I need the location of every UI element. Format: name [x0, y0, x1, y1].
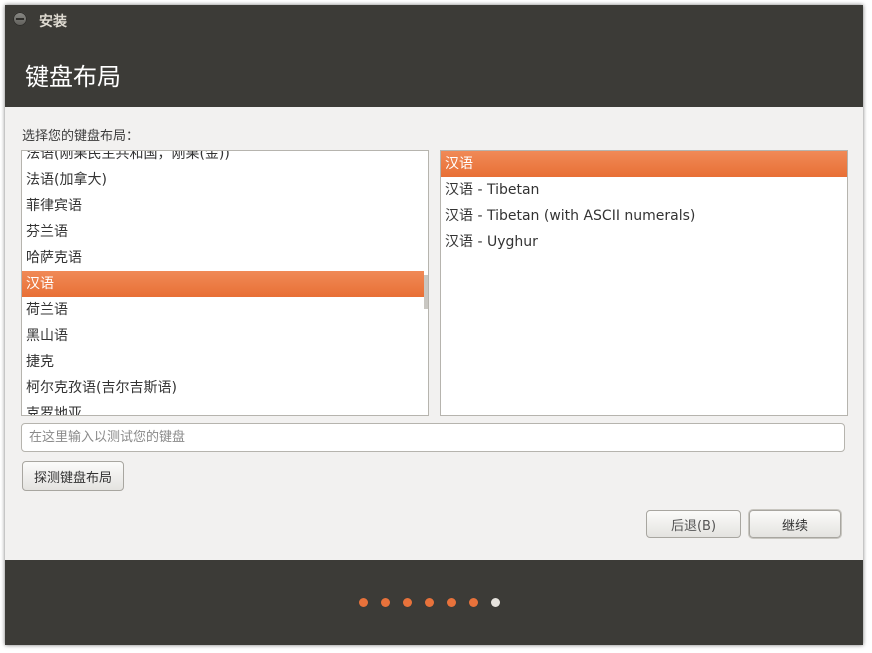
- progress-dot-icon: [425, 598, 434, 607]
- layout-item[interactable]: 哈萨克语: [22, 245, 424, 271]
- layout-item[interactable]: 法语(加拿大): [22, 167, 424, 193]
- layout-list-scrollbar[interactable]: [424, 151, 428, 415]
- variant-item[interactable]: 汉语 - Tibetan: [441, 177, 847, 203]
- progress-dot-icon: [381, 598, 390, 607]
- page-title: 键盘布局: [25, 63, 121, 91]
- progress-dot-icon: [447, 598, 456, 607]
- progress-dot-icon: [469, 598, 478, 607]
- detect-layout-button[interactable]: 探测键盘布局: [22, 461, 124, 491]
- layout-item[interactable]: 捷克: [22, 349, 424, 375]
- installer-window: 安装 键盘布局 选择您的键盘布局： 法语(刚果民主共和国，刚果(金)) 法语(加…: [5, 5, 863, 645]
- layout-item[interactable]: 克罗地亚: [22, 401, 424, 415]
- back-button[interactable]: 后退(B): [646, 510, 741, 538]
- layout-item-selected[interactable]: 汉语: [22, 271, 424, 297]
- layout-item[interactable]: 菲律宾语: [22, 193, 424, 219]
- layout-item[interactable]: 荷兰语: [22, 297, 424, 323]
- variant-item-selected[interactable]: 汉语: [441, 151, 847, 177]
- layout-item[interactable]: 法语(刚果民主共和国，刚果(金)): [22, 151, 424, 167]
- progress-footer: [5, 560, 863, 645]
- progress-dot-icon: [359, 598, 368, 607]
- progress-dot-current-icon: [491, 598, 500, 607]
- variant-item[interactable]: 汉语 - Uyghur: [441, 229, 847, 255]
- close-window-icon[interactable]: [13, 12, 27, 26]
- variant-item[interactable]: 汉语 - Tibetan (with ASCII numerals): [441, 203, 847, 229]
- window-title: 安装: [39, 14, 67, 30]
- page-header: 键盘布局: [5, 33, 863, 107]
- keyboard-test-input[interactable]: [21, 423, 845, 452]
- progress-dot-icon: [403, 598, 412, 607]
- layout-item[interactable]: 黑山语: [22, 323, 424, 349]
- layout-item[interactable]: 芬兰语: [22, 219, 424, 245]
- scrollbar-thumb[interactable]: [424, 275, 428, 309]
- layout-item[interactable]: 柯尔克孜语(吉尔吉斯语): [22, 375, 424, 401]
- title-bar: 安装: [5, 5, 863, 33]
- keyboard-variant-list[interactable]: 汉语 汉语 - Tibetan 汉语 - Tibetan (with ASCII…: [440, 150, 848, 416]
- layout-instruction-label: 选择您的键盘布局：: [22, 129, 140, 144]
- keyboard-layout-list[interactable]: 法语(刚果民主共和国，刚果(金)) 法语(加拿大) 菲律宾语 芬兰语 哈萨克语 …: [21, 150, 429, 416]
- continue-button[interactable]: 继续: [749, 510, 841, 538]
